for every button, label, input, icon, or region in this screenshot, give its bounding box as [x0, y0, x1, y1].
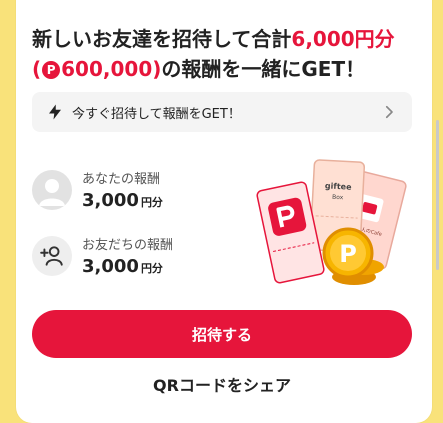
headline-total-amount: 6,000円分 — [291, 27, 395, 51]
headline-prefix: 新しいお友達を招待して合計 — [32, 27, 292, 51]
reward-tickets-illustration: 大切な人のCafe giftee Box P — [256, 159, 407, 285]
invite-now-banner[interactable]: 今すぐ招待して報酬をGET！ — [32, 92, 412, 132]
qr-share-link[interactable]: QRコードをシェア — [32, 372, 412, 396]
invite-button[interactable]: 招待する — [32, 310, 412, 358]
friend-reward-label: お友だちの報酬 — [82, 238, 174, 253]
my-reward-unit: 円分 — [140, 196, 163, 209]
my-reward-amount-wrap: 3,000 円分 — [82, 190, 163, 211]
add-friend-icon — [32, 235, 72, 276]
giftee-logo-text: giftee — [325, 181, 353, 191]
my-reward-row: あなたの報酬 3,000 円分 — [32, 168, 163, 211]
headline: 新しいお友達を招待して合計6,000円分 (P 600,000)の報酬を一緒にGE… — [32, 24, 432, 84]
banner-text: 今すぐ招待して報酬をGET！ — [72, 106, 241, 122]
svg-text:P: P — [339, 240, 357, 268]
user-avatar-icon — [32, 169, 72, 210]
scrollbar[interactable] — [436, 120, 439, 270]
invite-card: 新しいお友達を招待して合計6,000円分 (P 600,000)の報酬を一緒にGE… — [16, 0, 432, 423]
headline-line1: 新しいお友達を招待して合計6,000円分 — [32, 24, 432, 54]
friend-reward-amount: 3,000 — [82, 256, 139, 277]
my-reward-label: あなたの報酬 — [82, 172, 161, 187]
headline-line2: (P 600,000)の報酬を一緒にGET！ — [32, 54, 432, 84]
points-badge-icon: P — [42, 61, 61, 79]
friend-reward-amount-wrap: 3,000 円分 — [82, 256, 173, 277]
headline-points-value: 600,000 — [61, 57, 153, 81]
friend-reward-unit: 円分 — [140, 262, 163, 275]
headline-paren-close: ) — [152, 57, 162, 81]
headline-suffix: の報酬を一緒にGET！ — [161, 57, 366, 81]
page-frame: 新しいお友達を招待して合計6,000円分 (P 600,000)の報酬を一緒にGE… — [0, 0, 443, 423]
friend-reward-row: お友だちの報酬 3,000 円分 — [32, 234, 173, 277]
chevron-right-icon — [385, 105, 393, 119]
my-reward-amount: 3,000 — [82, 190, 139, 211]
coin-icon: P — [322, 227, 374, 279]
headline-paren-open: ( — [32, 57, 42, 81]
giftee-sub-text: Box — [332, 194, 344, 202]
lightning-icon — [49, 104, 61, 120]
